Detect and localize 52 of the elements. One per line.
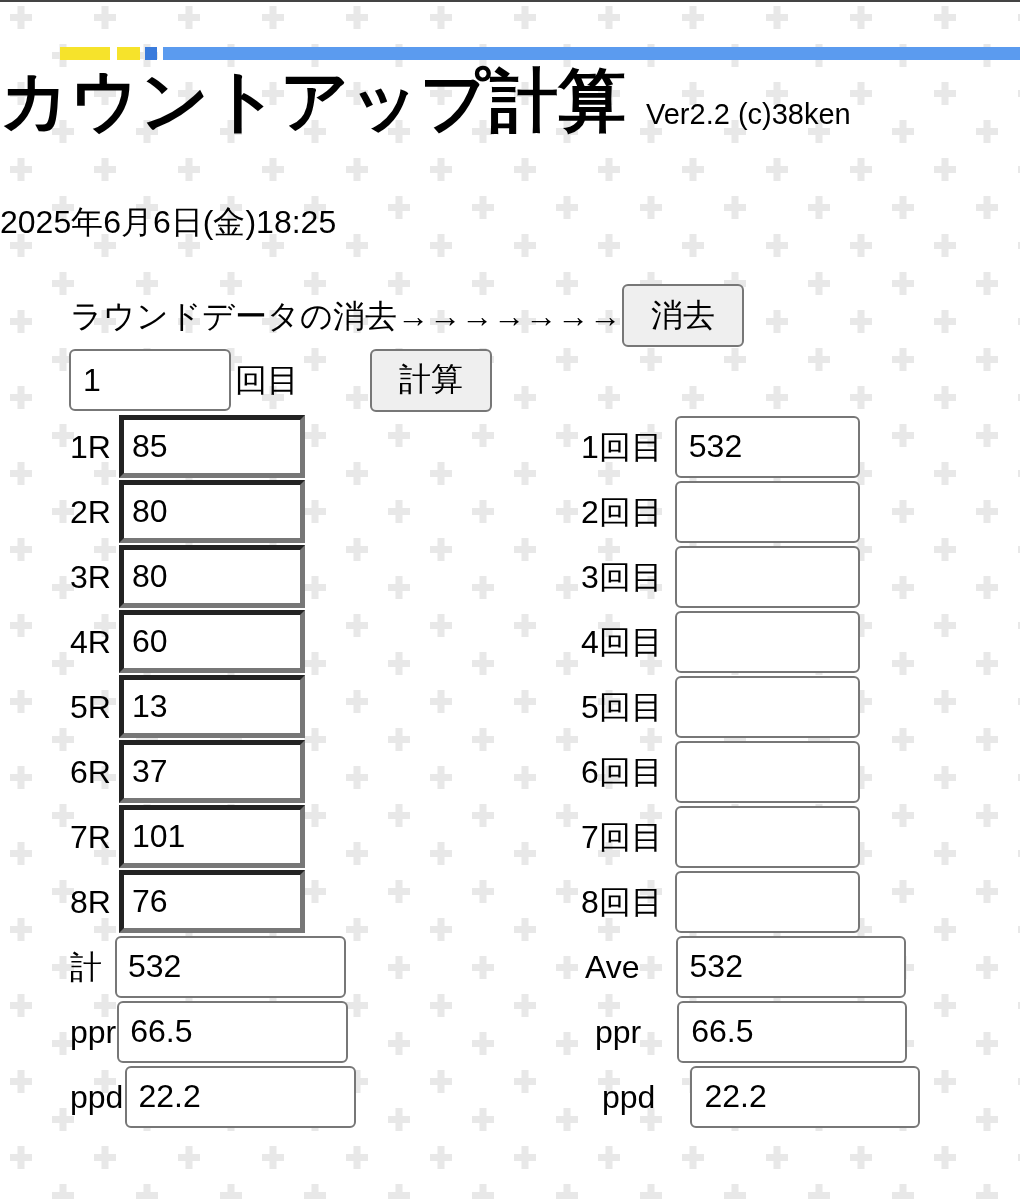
game-score-field[interactable] [674,675,860,738]
version-text: Ver2.2 (c)38ken [646,98,851,131]
game-label: 1回目 [581,427,663,467]
clear-button[interactable]: 消去 [622,284,744,347]
game-label: 7回目 [581,817,663,857]
game-score-field[interactable] [674,870,860,933]
game-score-field[interactable] [674,480,860,543]
game-score-field[interactable] [674,740,860,803]
round-score-field[interactable]: 37 [118,740,305,803]
total-field[interactable]: 66.5 [117,1000,349,1063]
game-label: 2回目 [581,492,663,532]
round-score-field[interactable]: 85 [118,415,305,478]
total-label: ppr [70,1012,117,1052]
round-label: 7R [70,817,111,857]
app-title: カウントアップ計算 [0,61,626,140]
game-label: 6回目 [581,752,663,792]
clear-data-label: ラウンドデータの消去→→→→→→→ [70,296,621,336]
game-number-field[interactable]: 1 [69,349,231,411]
round-score-field[interactable]: 101 [118,805,305,868]
round-label: 2R [70,492,111,532]
average-label: Ave [584,947,640,987]
total-label: 計 [70,947,102,987]
date-time-text: 2025年6月6日(金)18:25 [0,203,337,242]
round-label: 5R [70,687,111,727]
game-label: 5回目 [581,687,663,727]
average-label: ppd [601,1077,656,1117]
game-label: 8回目 [581,882,663,922]
average-label: ppr [594,1012,642,1052]
average-field[interactable]: 66.5 [677,1000,908,1063]
round-label: 3R [70,557,111,597]
round-label: 6R [70,752,111,792]
game-number-suffix: 回目 [235,361,299,400]
total-field[interactable]: 22.2 [125,1065,357,1128]
round-label: 1R [70,427,111,467]
game-label: 4回目 [581,622,663,662]
round-label: 4R [70,622,111,662]
total-label: ppd [70,1077,124,1117]
average-field[interactable]: 22.2 [690,1065,921,1128]
round-score-field[interactable]: 13 [118,675,305,738]
round-score-field[interactable]: 80 [118,480,305,543]
game-score-field[interactable] [674,610,860,673]
round-score-field[interactable]: 80 [118,545,305,608]
game-score-field[interactable]: 532 [674,415,860,478]
game-score-field[interactable] [674,805,860,868]
average-field[interactable]: 532 [675,935,906,998]
round-score-field[interactable]: 76 [118,870,305,933]
round-score-field[interactable]: 60 [118,610,305,673]
calculate-button[interactable]: 計算 [370,348,492,412]
game-label: 3回目 [581,557,663,597]
game-score-field[interactable] [674,545,860,608]
total-field[interactable]: 532 [115,935,346,998]
round-label: 8R [70,882,111,922]
